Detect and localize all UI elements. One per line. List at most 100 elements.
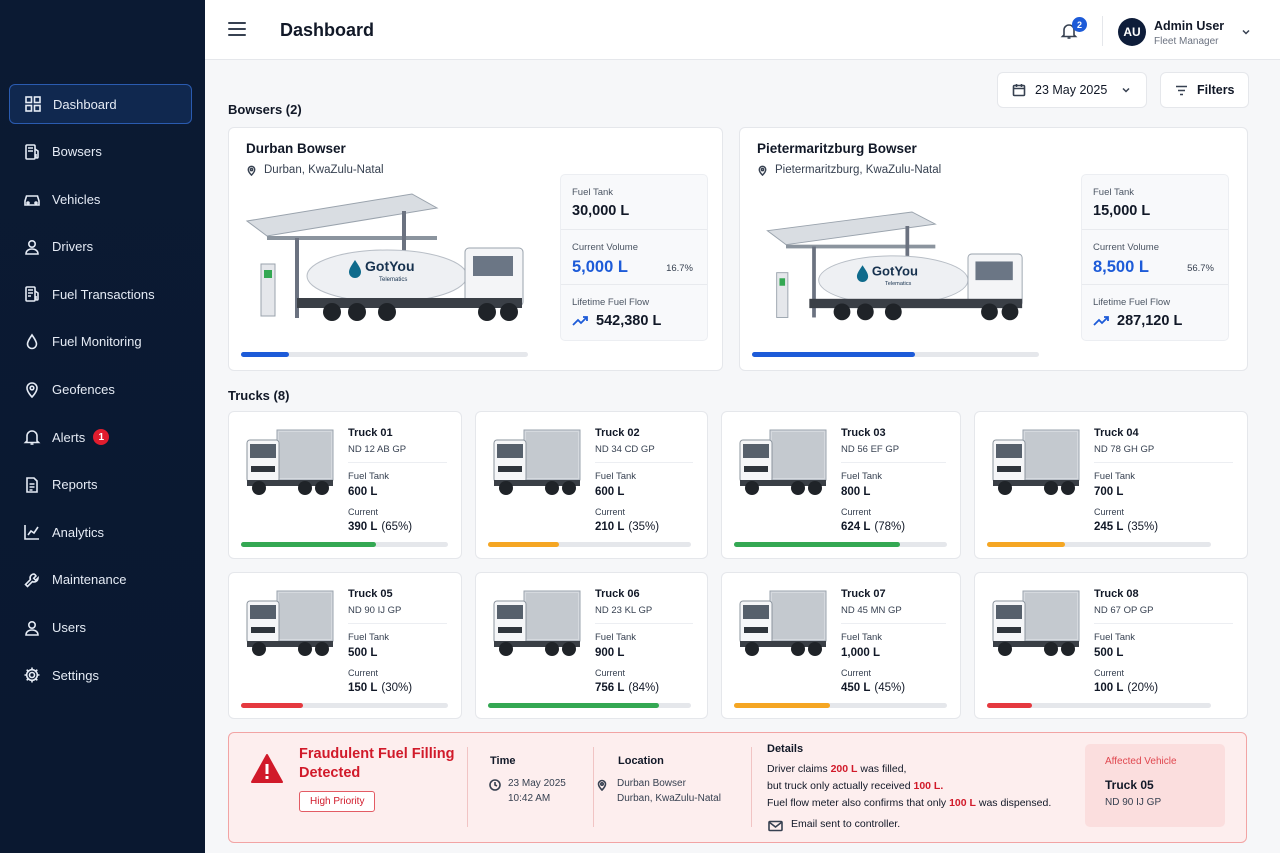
truck-name: Truck 01 [348,427,393,439]
fraud-alert-banner[interactable]: Fraudulent Fuel Filling Detected High Pr… [228,732,1247,843]
truck-card[interactable]: Truck 06 ND 23 KL GP Fuel Tank 900 L Current… [475,572,708,719]
bowser-location-text: Durban, KwaZulu-Natal [264,164,384,176]
stat-label: Current Volume [1093,242,1160,253]
alerts-count-badge: 1 [93,429,110,446]
sidebar-item-fuel-transactions[interactable]: Fuel Transactions [9,274,192,314]
fuel-transactions-icon [23,285,41,303]
truck-tank-label: Fuel Tank [348,471,390,482]
truck-image [989,587,1081,659]
sidebar-nav: Dashboard Bowsers Vehicles Drivers Fuel … [9,84,192,703]
dashboard-icon [24,95,42,113]
alert-location-line: Durban Bowser [617,778,686,789]
sidebar-item-label: Dashboard [53,96,117,112]
location-pin-icon [247,165,256,176]
truck-current-value: 450 L (45%) [841,682,905,694]
truck-fuel-bar [241,542,448,547]
bowser-location: Pietermaritzburg, KwaZulu-Natal [757,164,941,176]
sidebar-item-alerts[interactable]: Alerts 1 [9,417,192,457]
truck-current-amount: 756 L [595,682,625,694]
sidebar-item-settings[interactable]: Settings [9,655,192,695]
sidebar-item-users[interactable]: Users [9,608,192,648]
truck-current-label: Current [348,507,379,517]
sidebar: Dashboard Bowsers Vehicles Drivers Fuel … [0,0,205,853]
truck-card[interactable]: Truck 03 ND 56 EF GP Fuel Tank 800 L Current… [721,411,961,559]
current-volume-stat: Current Volume 5,000 L 16.7% [561,230,707,285]
truck-card[interactable]: Truck 02 ND 34 CD GP Fuel Tank 600 L Current… [475,411,708,559]
truck-tank-label: Fuel Tank [841,632,883,643]
sidebar-item-maintenance[interactable]: Maintenance [9,560,192,600]
sidebar-item-geofences[interactable]: Geofences [9,370,192,410]
truck-tank-label: Fuel Tank [595,632,637,643]
bowser-name: Durban Bowser [246,141,346,156]
bowser-card[interactable]: Durban Bowser Durban, KwaZulu-Natal GotY… [228,127,723,371]
truck-tank-value: 1,000 L [841,647,880,659]
truck-current-amount: 624 L [841,521,871,533]
truck-current-percent: (65%) [381,521,413,533]
sidebar-item-analytics[interactable]: Analytics [9,512,192,552]
truck-current-percent: (78%) [874,521,906,533]
truck-plate: ND 45 MN GP [841,605,902,616]
truck-fuel-bar [241,703,448,708]
truck-image [490,587,582,659]
affected-vehicle-panel[interactable]: Affected Vehicle Truck 05 ND 90 IJ GP [1085,744,1225,827]
stat-label: Lifetime Fuel Flow [572,297,650,308]
truck-tank-value: 800 L [841,486,871,498]
truck-card[interactable]: Truck 04 ND 78 GH GP Fuel Tank 700 L Current… [974,411,1248,559]
truck-tank-value: 600 L [595,486,625,498]
truck-tank-value: 900 L [595,647,625,659]
filters-button[interactable]: Filters [1160,72,1249,108]
alert-time-value: 23 May 2025 10:42 AM [508,776,566,806]
sidebar-item-bowsers[interactable]: Bowsers [9,132,192,172]
truck-card[interactable]: Truck 08 ND 67 OP GP Fuel Tank 500 L Current… [974,572,1248,719]
truck-name: Truck 06 [595,588,640,600]
truck-current-amount: 150 L [348,682,378,694]
sidebar-item-vehicles[interactable]: Vehicles [9,179,192,219]
bowser-name: Pietermaritzburg Bowser [757,141,917,156]
truck-current-amount: 390 L [348,521,378,533]
priority-badge: High Priority [299,791,376,812]
sidebar-item-label: Analytics [52,524,105,540]
bowser-stats-panel: Fuel Tank 15,000 L Current Volume 8,500 … [1081,174,1229,341]
chevron-down-icon[interactable] [1241,27,1251,37]
alert-time-label: Time [490,755,516,767]
truck-fuel-fill [734,542,901,547]
truck-fuel-fill [987,542,1066,547]
truck-current-percent: (30%) [381,682,413,694]
truck-card[interactable]: Truck 05 ND 90 IJ GP Fuel Tank 500 L Current… [228,572,462,719]
sidebar-item-dashboard[interactable]: Dashboard [9,84,192,124]
truck-divider [595,462,693,463]
fuel-tank-stat: Fuel Tank 15,000 L [1082,175,1228,230]
user-name[interactable]: Admin User [1154,19,1224,33]
alert-title-line: Detected [299,765,361,781]
truck-divider [841,623,946,624]
truck-card[interactable]: Truck 07 ND 45 MN GP Fuel Tank 1,000 L Curre… [721,572,961,719]
truck-divider [1094,462,1233,463]
truck-tank-value: 600 L [348,486,378,498]
sidebar-item-fuel-monitoring[interactable]: Fuel Monitoring [9,322,192,362]
truck-fuel-fill [241,542,376,547]
driver-icon [23,238,41,256]
sidebar-item-reports[interactable]: Reports [9,465,192,505]
truck-card[interactable]: Truck 01 ND 12 AB GP Fuel Tank 600 L Current… [228,411,462,559]
date-picker-button[interactable]: 23 May 2025 [997,72,1147,108]
truck-image [243,426,335,498]
geofence-pin-icon [23,381,41,399]
avatar[interactable]: AU [1118,18,1146,46]
truck-tank-value: 700 L [1094,486,1124,498]
alert-detail-line: but truck only actually received 100 L. [767,780,944,792]
truck-current-percent: (35%) [628,521,660,533]
stat-label: Fuel Tank [1093,187,1135,198]
fuel-tank-stat: Fuel Tank 30,000 L [561,175,707,230]
sidebar-item-drivers[interactable]: Drivers [9,227,192,267]
truck-fuel-bar [488,542,691,547]
truck-current-amount: 245 L [1094,521,1124,533]
stat-percent: 56.7% [1187,263,1214,274]
clock-icon [489,778,501,791]
truck-fuel-bar [987,542,1211,547]
menu-toggle-icon[interactable] [228,22,246,38]
bowser-card[interactable]: Pietermaritzburg Bowser Pietermaritzburg… [739,127,1248,371]
trucks-section-title: Trucks (8) [228,388,290,403]
bowser-logo-subtext: Telematics [379,277,407,283]
truck-tank-label: Fuel Tank [348,632,390,643]
truck-divider [1094,623,1233,624]
